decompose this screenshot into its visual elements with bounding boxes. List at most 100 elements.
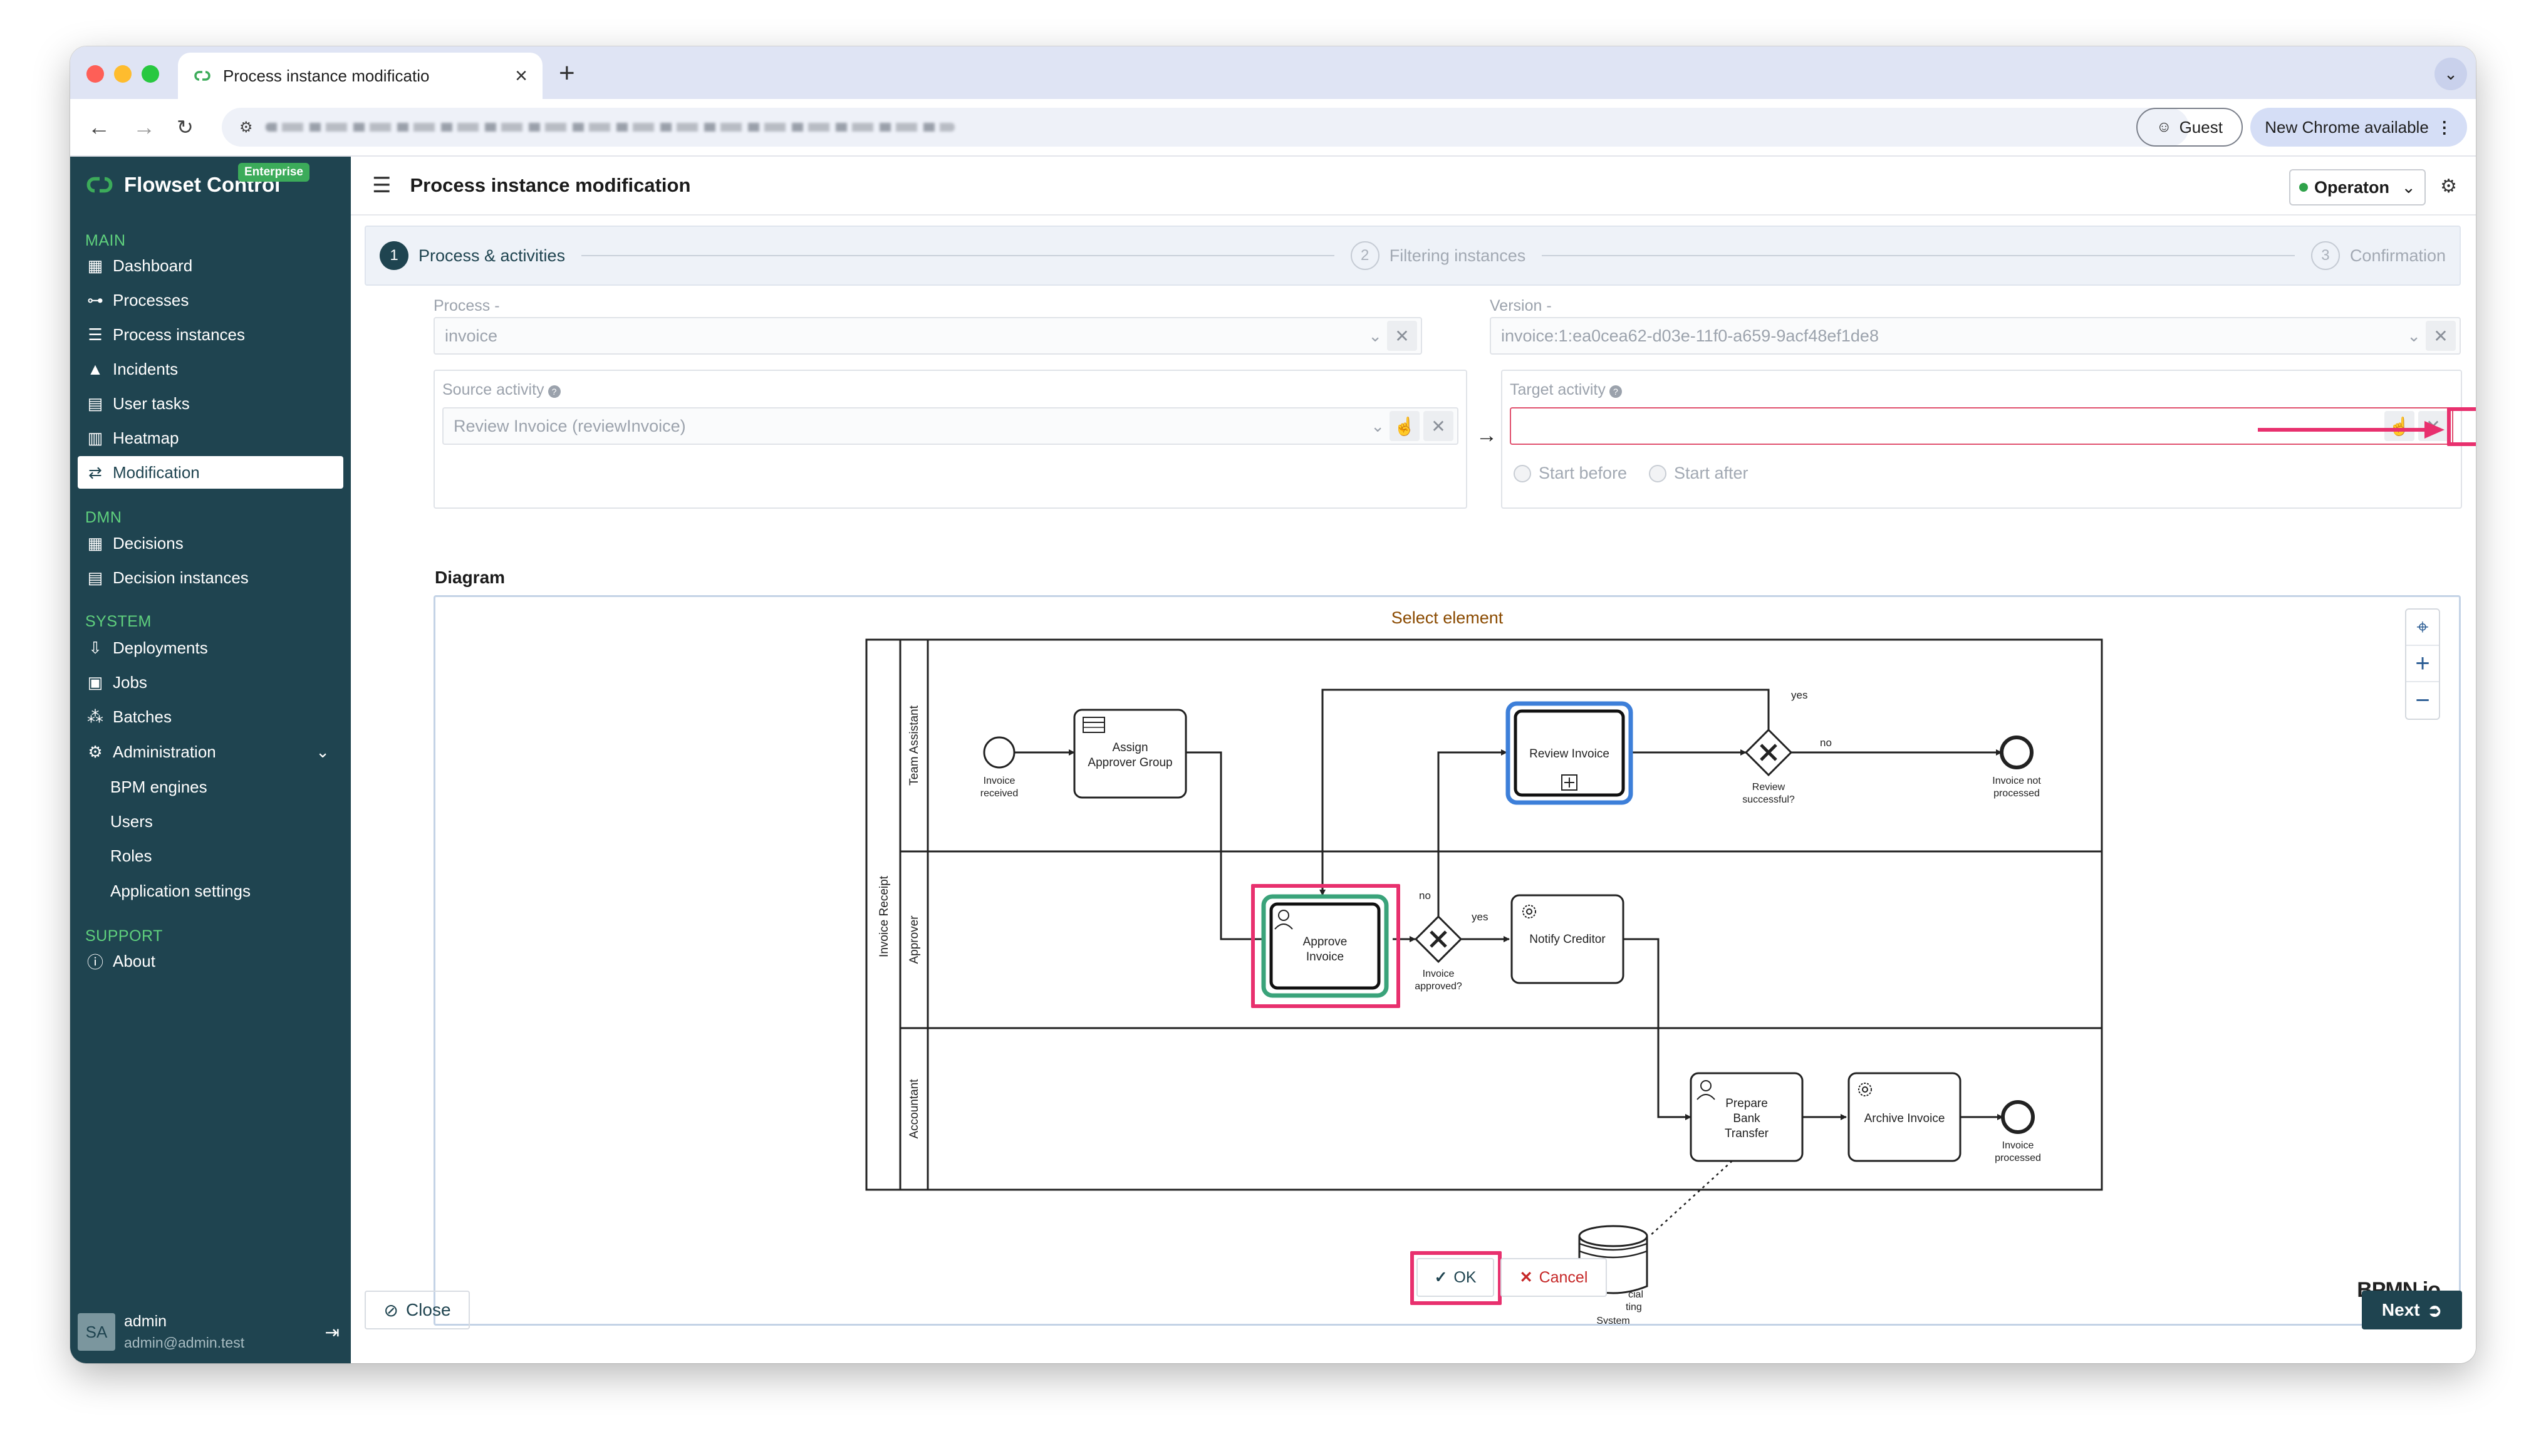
back-icon[interactable]: ← bbox=[88, 114, 110, 140]
chevron-down-icon: ⌄ bbox=[1371, 416, 1385, 435]
task-assign-approver-group[interactable]: Assign Approver Group bbox=[1073, 709, 1187, 799]
gateway-review-successful[interactable]: Review successful? bbox=[1742, 728, 1795, 805]
bpmn-diagram: Invoice Receipt Team Assistant Approver … bbox=[865, 638, 2103, 1324]
guest-label: Guest bbox=[2179, 117, 2223, 137]
sidebar-item-modification[interactable]: ⇄ Modification bbox=[78, 456, 343, 489]
task-review-invoice[interactable]: Review Invoice bbox=[1505, 701, 1633, 805]
diagram-heading: Diagram bbox=[435, 568, 506, 587]
sidebar-item-processes[interactable]: ⊶ Processes bbox=[78, 284, 343, 316]
version-select[interactable]: invoice:1:ea0cea62-d03e-11f0-a659-9acf48… bbox=[1490, 317, 2461, 355]
sidebar-item-application-settings[interactable]: Application settings bbox=[101, 875, 343, 907]
sidebar-item-dashboard[interactable]: ▦ Dashboard bbox=[78, 249, 343, 282]
forward-icon[interactable]: → bbox=[133, 114, 155, 140]
sidebar-item-heatmap[interactable]: ▥ Heatmap bbox=[78, 422, 343, 454]
address-bar[interactable]: ⚙ bbox=[222, 108, 2189, 147]
sidebar-item-administration[interactable]: ⚙ Administration ⌄ bbox=[78, 736, 343, 768]
gear-icon: ⚙ bbox=[88, 742, 103, 761]
new-tab-icon[interactable]: + bbox=[559, 58, 575, 89]
close-window-icon[interactable] bbox=[86, 65, 104, 83]
info-icon: ⓘ bbox=[86, 952, 103, 972]
data-store-label: ting bbox=[1626, 1302, 1642, 1313]
step-number: 2 bbox=[1350, 241, 1380, 270]
event-invoice-processed[interactable]: Invoice processed bbox=[1995, 1100, 2041, 1163]
process-label: Process - bbox=[434, 297, 500, 315]
event-invoice-not-processed[interactable]: Invoice not processed bbox=[1992, 736, 2041, 799]
tab-search-icon[interactable]: ⌄ bbox=[2434, 58, 2467, 90]
task-label: Archive Invoice bbox=[1864, 1112, 1945, 1125]
sidebar-item-incidents[interactable]: ▲ Incidents bbox=[78, 353, 343, 385]
engine-select[interactable]: Operaton ⌄ bbox=[2289, 169, 2426, 205]
browser-window: Process instance modificatio × + ⌄ ← → ↻… bbox=[70, 46, 2476, 1363]
event-label: received bbox=[980, 788, 1018, 799]
sidebar-item-user-tasks[interactable]: ▤ User tasks bbox=[78, 387, 343, 420]
start-after-label: Start after bbox=[1674, 464, 1748, 482]
reload-icon[interactable]: ↻ bbox=[177, 115, 194, 139]
flow-label-yes: yes bbox=[1472, 911, 1488, 923]
flow-label-no: no bbox=[1820, 737, 1832, 749]
event-label: Invoice not bbox=[1992, 776, 2041, 786]
site-info-icon[interactable]: ⚙ bbox=[239, 118, 253, 137]
pool-label: Invoice Receipt bbox=[878, 875, 891, 957]
logout-icon[interactable]: ⇥ bbox=[325, 1322, 340, 1343]
hamburger-icon[interactable]: ☰ bbox=[372, 173, 391, 198]
sidebar-item-roles[interactable]: Roles bbox=[101, 840, 343, 872]
event-invoice-received[interactable]: Invoice received bbox=[980, 736, 1018, 799]
sidebar-item-label: Deployments bbox=[113, 638, 208, 657]
avatar[interactable]: SA bbox=[78, 1313, 115, 1351]
sidebar-item-about[interactable]: ⓘ About bbox=[78, 945, 343, 977]
stepper: 1 Process & activities 2 Filtering insta… bbox=[365, 226, 2461, 286]
engine-settings-icon[interactable]: ⚙ bbox=[2440, 175, 2457, 197]
step-filtering-instances[interactable]: 2 Filtering instances bbox=[1350, 241, 1525, 270]
tab-close-icon[interactable]: × bbox=[515, 65, 527, 86]
browser-tab[interactable]: Process instance modificatio × bbox=[178, 53, 543, 99]
sidebar-item-batches[interactable]: ⁂ Batches bbox=[78, 700, 343, 733]
event-label: processed bbox=[1993, 788, 2040, 799]
task-notify-creditor[interactable]: Notify Creditor bbox=[1510, 894, 1624, 984]
task-label: Notify Creditor bbox=[1529, 933, 1606, 946]
task-archive-invoice[interactable]: Archive Invoice bbox=[1847, 1072, 1961, 1162]
help-icon[interactable]: ? bbox=[1609, 385, 1622, 398]
clear-version-icon[interactable]: ✕ bbox=[2426, 321, 2456, 351]
tab-title: Process instance modificatio bbox=[223, 66, 430, 85]
lane-team-assistant: Team Assistant bbox=[908, 705, 921, 785]
new-chrome-label: New Chrome available bbox=[2265, 117, 2429, 137]
sidebar-item-label: User tasks bbox=[113, 393, 190, 413]
deploy-icon: ⇩ bbox=[88, 638, 102, 657]
clear-process-icon[interactable]: ✕ bbox=[1387, 321, 1417, 351]
step-process-activities[interactable]: 1 Process & activities bbox=[380, 241, 565, 270]
task-prepare-bank-transfer[interactable]: Prepare Bank Transfer bbox=[1690, 1072, 1804, 1162]
process-select[interactable]: invoice ⌄ ✕ bbox=[434, 317, 1422, 355]
section-system: SYSTEM bbox=[85, 613, 152, 630]
next-button[interactable]: Next ➲ bbox=[2362, 1291, 2462, 1329]
close-button[interactable]: ⊘ Close bbox=[365, 1291, 470, 1329]
zoom-window-icon[interactable] bbox=[142, 65, 159, 83]
minimize-window-icon[interactable] bbox=[114, 65, 132, 83]
start-before-radio[interactable]: Start before bbox=[1514, 464, 1627, 483]
guest-profile-button[interactable]: ☺ Guest bbox=[2136, 108, 2243, 147]
more-menu-icon[interactable]: ⋮ bbox=[2436, 118, 2453, 137]
step-confirmation[interactable]: 3 Confirmation bbox=[2310, 241, 2446, 270]
gateway-invoice-approved[interactable]: Invoice approved? bbox=[1414, 915, 1463, 992]
clear-source-icon[interactable]: ✕ bbox=[1423, 411, 1453, 441]
sidebar-item-deployments[interactable]: ⇩ Deployments bbox=[78, 632, 343, 664]
sidebar-item-bpm-engines[interactable]: BPM engines bbox=[101, 771, 343, 803]
sidebar-item-jobs[interactable]: ▣ Jobs bbox=[78, 666, 343, 699]
section-dmn: DMN bbox=[85, 509, 122, 526]
cancel-button[interactable]: ✕ Cancel bbox=[1500, 1258, 1607, 1297]
source-activity-label-text: Source activity bbox=[442, 381, 544, 398]
chevron-down-icon: ⌄ bbox=[316, 742, 330, 761]
swap-icon: ⇄ bbox=[88, 462, 102, 482]
sidebar-item-label: About bbox=[113, 951, 155, 970]
sidebar-item-users[interactable]: Users bbox=[101, 805, 343, 838]
new-chrome-button[interactable]: New Chrome available ⋮ bbox=[2250, 108, 2467, 147]
sidebar-item-decisions[interactable]: ▦ Decisions bbox=[78, 527, 343, 559]
start-after-radio[interactable]: Start after bbox=[1649, 464, 1748, 483]
step-label: Process & activities bbox=[418, 246, 566, 265]
source-activity-select[interactable]: Review Invoice (reviewInvoice) ⌄ ☝ ✕ bbox=[442, 407, 1458, 445]
sidebar-item-process-instances[interactable]: ☰ Process instances bbox=[78, 318, 343, 351]
bpmn-canvas[interactable]: Select element ⌖ + − Invoice Receipt Tea… bbox=[434, 595, 2461, 1326]
help-icon[interactable]: ? bbox=[548, 385, 561, 398]
sidebar-item-decision-instances[interactable]: ▤ Decision instances bbox=[78, 561, 343, 594]
table-list-icon: ▤ bbox=[87, 568, 103, 587]
pick-hand-icon[interactable]: ☝ bbox=[1390, 411, 1420, 441]
